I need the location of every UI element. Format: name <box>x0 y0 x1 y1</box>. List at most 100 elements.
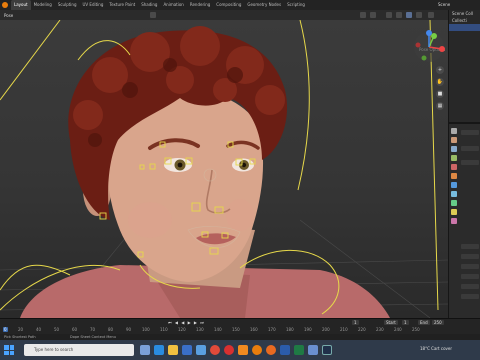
solid-shading-icon[interactable] <box>396 12 402 18</box>
modifier-tab-icon[interactable] <box>451 182 457 188</box>
3d-viewport[interactable]: Pose Options + ✋ ■ ▦ <box>0 20 448 318</box>
gizmo-toggle-icon[interactable] <box>370 12 376 18</box>
ruler-tick: 210 <box>340 327 348 332</box>
playback-buttons-icon[interactable]: ⏮ ◀ ◀ ▶ ▶ ⏭ <box>168 320 205 325</box>
ruler-tick: 20 <box>18 327 24 332</box>
render-tab-icon[interactable] <box>451 137 457 143</box>
windows-start-icon[interactable] <box>4 345 14 355</box>
task-view-icon[interactable] <box>140 345 150 355</box>
property-field[interactable] <box>461 244 479 249</box>
end-frame-label: End <box>418 320 430 325</box>
tab-uv-editing[interactable]: UV Editing <box>80 0 107 10</box>
ruler-tick: 240 <box>394 327 402 332</box>
tab-layout[interactable]: Layout <box>11 0 31 10</box>
outliner-row[interactable] <box>449 52 480 59</box>
windows-taskbar: Type here to search 18°C Cart cover <box>0 340 480 360</box>
excel-icon[interactable] <box>294 345 304 355</box>
material-preview-icon[interactable] <box>406 12 412 18</box>
vlc-icon[interactable] <box>238 345 248 355</box>
physics-tab-icon[interactable] <box>451 191 457 197</box>
store-icon[interactable] <box>196 345 206 355</box>
tab-shading[interactable]: Shading <box>138 0 160 10</box>
workspace-tab-bar: Layout Modeling Sculpting UV Editing Tex… <box>0 0 480 10</box>
current-frame-field[interactable]: 1 <box>352 320 359 325</box>
constraint-tab-icon[interactable] <box>451 200 457 206</box>
ruler-tick: 80 <box>108 327 114 332</box>
view-layer-tab-icon[interactable] <box>451 155 457 161</box>
outliner-row[interactable] <box>449 45 480 52</box>
chrome-icon[interactable] <box>210 345 220 355</box>
tab-rendering[interactable]: Rendering <box>187 0 213 10</box>
mode-selector[interactable]: Pose <box>4 13 13 18</box>
tab-modeling[interactable]: Modeling <box>31 0 55 10</box>
ruler-tick: 140 <box>214 327 222 332</box>
ruler-tick: 40 <box>36 327 42 332</box>
property-field[interactable] <box>461 274 479 279</box>
perspective-toggle-icon[interactable]: ▦ <box>436 102 444 110</box>
start-frame-field[interactable]: 1 <box>402 320 409 325</box>
playhead[interactable]: 0 <box>3 327 8 332</box>
camera-view-icon[interactable]: ■ <box>436 90 444 98</box>
transform-orientation-icon[interactable] <box>150 12 156 18</box>
property-field[interactable] <box>461 264 479 269</box>
outliner-row[interactable] <box>449 31 480 38</box>
tab-scripting[interactable]: Scripting <box>284 0 308 10</box>
end-frame-field[interactable]: 250 <box>432 320 444 325</box>
zoom-icon[interactable]: + <box>436 66 444 74</box>
property-field[interactable] <box>461 130 479 135</box>
steam-icon[interactable] <box>322 345 332 355</box>
tab-texture-paint[interactable]: Texture Paint <box>106 0 138 10</box>
viewport-header: Pose <box>0 10 448 20</box>
rendered-shading-icon[interactable] <box>416 12 422 18</box>
property-field[interactable] <box>461 146 479 151</box>
tab-animation[interactable]: Animation <box>160 0 186 10</box>
property-field[interactable] <box>461 284 479 289</box>
playback-controls: ⏮ ◀ ◀ ▶ ▶ ⏭ 1 Start 1 End 250 <box>0 319 480 326</box>
property-field[interactable] <box>461 294 479 299</box>
blender-icon[interactable] <box>252 345 262 355</box>
opera-icon[interactable] <box>224 345 234 355</box>
frame-ruler[interactable]: 0 20 40 50 60 70 80 90 100 110 120 130 1… <box>0 326 480 334</box>
blender-logo-icon[interactable] <box>2 2 8 8</box>
outliner-row[interactable] <box>449 38 480 45</box>
navigation-gizmo[interactable] <box>412 30 446 64</box>
scene-tab-icon[interactable] <box>451 164 457 170</box>
outliner-row[interactable] <box>449 24 480 31</box>
ruler-tick: 120 <box>178 327 186 332</box>
output-tab-icon[interactable] <box>451 146 457 152</box>
pan-hand-icon[interactable]: ✋ <box>436 78 444 86</box>
file-explorer-icon[interactable] <box>168 345 178 355</box>
tool-tab-icon[interactable] <box>451 128 457 134</box>
property-field[interactable] <box>461 254 479 259</box>
xray-toggle-icon[interactable] <box>386 12 392 18</box>
ruler-tick: 60 <box>72 327 78 332</box>
ruler-tick: 220 <box>358 327 366 332</box>
firefox-icon[interactable] <box>266 345 276 355</box>
scene-selector[interactable]: Scene <box>438 2 450 7</box>
object-tab-icon[interactable] <box>451 173 457 179</box>
ruler-tick: 100 <box>142 327 150 332</box>
photos-icon[interactable] <box>308 345 318 355</box>
ruler-tick: 150 <box>232 327 240 332</box>
ruler-tick: 90 <box>126 327 132 332</box>
edge-icon[interactable] <box>154 345 164 355</box>
property-field[interactable] <box>461 160 479 165</box>
viewport-overlay-icon[interactable] <box>360 12 366 18</box>
tab-geometry-nodes[interactable]: Geometry Nodes <box>244 0 284 10</box>
tab-compositing[interactable]: Compositing <box>213 0 244 10</box>
tab-sculpting[interactable]: Sculpting <box>55 0 80 10</box>
weather-widget[interactable]: 18°C Cart cover <box>420 346 452 351</box>
word-icon[interactable] <box>280 345 290 355</box>
outliner-collection[interactable]: Collecti <box>449 17 480 24</box>
data-tab-icon[interactable] <box>451 209 457 215</box>
start-frame-label: Start <box>384 320 398 325</box>
ruler-tick: 130 <box>196 327 204 332</box>
mail-icon[interactable] <box>182 345 192 355</box>
ruler-tick: 190 <box>304 327 312 332</box>
outliner-scene-collection[interactable]: Scene Coll <box>449 10 480 17</box>
ruler-tick: 70 <box>90 327 96 332</box>
taskbar-search-input[interactable]: Type here to search <box>24 344 134 356</box>
material-tab-icon[interactable] <box>451 218 457 224</box>
shading-options-icon[interactable] <box>428 12 434 18</box>
outliner-panel: Scene Coll Collecti <box>448 10 480 122</box>
